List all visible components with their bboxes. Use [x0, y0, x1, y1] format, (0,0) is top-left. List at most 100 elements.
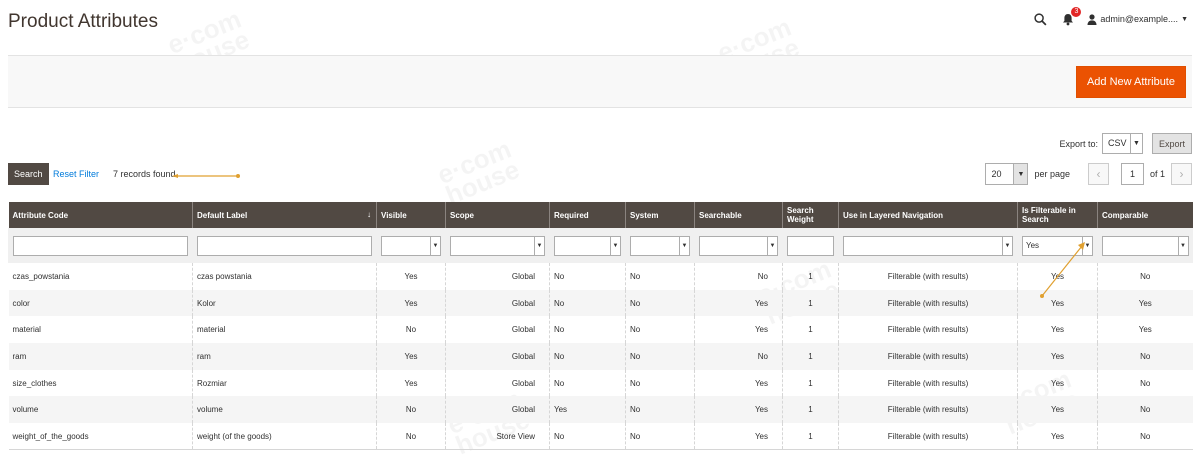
cell-required: No	[549, 316, 626, 344]
cell-search-weight: 1	[782, 396, 839, 424]
notifications-bell-icon[interactable]: 3	[1059, 7, 1082, 28]
page-size-value: 20	[991, 169, 1002, 179]
table-row[interactable]: volume volume No Global Yes No Yes 1 Filterable …	[8, 396, 1193, 424]
system-filter-select[interactable]: ▼	[630, 235, 690, 256]
cell-searchable: No	[694, 263, 783, 290]
cell-required: No	[549, 263, 626, 290]
scope-filter-select[interactable]: ▼	[450, 235, 545, 256]
cell-layered-navigation: Filterable (with results)	[838, 289, 1018, 317]
table-row[interactable]: weight_of_the_goods weight (of the goods)…	[8, 423, 1193, 451]
comparable-filter-select[interactable]: ▼	[1102, 235, 1189, 256]
notification-count-badge: 3	[1071, 7, 1082, 17]
chevron-down-icon: ▼	[1181, 15, 1188, 23]
next-page-button[interactable]: ›	[1171, 163, 1192, 185]
default-label-filter-input[interactable]	[197, 235, 372, 256]
column-header-searchable[interactable]: Searchable	[694, 202, 783, 228]
filterable-in-search-filter-select[interactable]: Yes ▼	[1022, 235, 1093, 256]
column-header-search-weight[interactable]: Search Weight	[782, 202, 839, 228]
cell-layered-navigation: Filterable (with results)	[838, 316, 1018, 344]
export-format-select[interactable]: CSV ▼	[1101, 133, 1143, 154]
chevron-down-icon: ▼	[534, 236, 544, 255]
grid-filter-row: ▼ ▼ ▼ ▼ ▼ ▼ Yes ▼ ▼	[8, 228, 1193, 263]
cell-visible: Yes	[376, 263, 446, 290]
cell-filterable-in-search: Yes	[1017, 263, 1098, 290]
table-row[interactable]: size_clothes Rozmiar Yes Global No No Yes 1 Filt…	[9, 369, 1193, 397]
cell-scope: Global	[445, 396, 550, 424]
table-row[interactable]: color Kolor Yes Global No No Yes 1 Filterable (w…	[8, 289, 1193, 317]
search-weight-filter-input[interactable]	[787, 235, 834, 256]
cell-system: No	[625, 316, 695, 344]
table-row[interactable]: czas_powstania czas powstania Yes Global No N…	[9, 263, 1193, 290]
column-header-system[interactable]: System	[625, 202, 695, 228]
cell-system: No	[625, 343, 695, 370]
cell-attribute-code: material	[12, 325, 41, 335]
reset-filter-link[interactable]: Reset Filter	[53, 169, 99, 179]
table-row[interactable]: ram ram Yes Global No No No 1 Filterable (with r…	[8, 343, 1193, 370]
cell-comparable: No	[1097, 423, 1193, 451]
export-button[interactable]: Export	[1151, 133, 1192, 154]
cell-default-label: volume	[192, 396, 377, 424]
cell-default-label: weight (of the goods)	[192, 423, 377, 451]
user-menu[interactable]: admin@example.... ▼	[1087, 13, 1188, 25]
cell-comparable: No	[1097, 396, 1193, 424]
column-header-filterable-in-search[interactable]: Is Filterable in Search	[1017, 202, 1098, 228]
cell-required: No	[549, 423, 626, 451]
column-header-comparable[interactable]: Comparable	[1097, 202, 1193, 228]
previous-page-button[interactable]: ‹	[1087, 163, 1109, 185]
search-icon[interactable]	[1031, 10, 1049, 28]
export-controls: Export to: CSV ▼ Export	[1059, 133, 1192, 154]
cell-attribute-code: size_clothes	[12, 378, 57, 388]
cell-search-weight: 1	[782, 289, 839, 317]
attributes-grid: Attribute Code Default Label ↓ Visible Sc…	[8, 202, 1193, 451]
cell-searchable: No	[694, 343, 783, 370]
visible-filter-select[interactable]: ▼	[381, 235, 441, 256]
cell-comparable: Yes	[1097, 289, 1193, 317]
cell-visible: No	[376, 396, 446, 424]
cell-searchable: Yes	[694, 423, 783, 451]
cell-system: No	[625, 396, 695, 424]
cell-scope: Global	[445, 289, 550, 317]
cell-default-label: czas powstania	[192, 263, 377, 290]
column-header-scope[interactable]: Scope	[445, 202, 550, 228]
cell-required: No	[549, 343, 626, 370]
cell-system: No	[625, 289, 695, 317]
column-header-default-label[interactable]: Default Label ↓	[192, 202, 377, 228]
cell-system: No	[625, 423, 695, 451]
column-header-visible[interactable]: Visible	[376, 202, 446, 228]
required-filter-select[interactable]: ▼	[554, 235, 621, 256]
cell-required: Yes	[549, 396, 626, 424]
sort-down-icon: ↓	[367, 210, 371, 219]
column-header-attribute-code[interactable]: Attribute Code	[8, 202, 193, 228]
user-name: admin@example....	[1100, 14, 1179, 24]
chevron-down-icon: ▼	[1002, 236, 1012, 255]
cell-default-label: material	[192, 316, 377, 344]
cell-filterable-in-search: Yes	[1017, 343, 1098, 370]
cell-system: No	[625, 369, 695, 397]
cell-visible: Yes	[376, 343, 446, 370]
column-header-required[interactable]: Required	[549, 202, 626, 228]
cell-search-weight: 1	[782, 369, 839, 397]
cell-filterable-in-search: Yes	[1017, 316, 1098, 344]
column-header-layered-navigation[interactable]: Use in Layered Navigation	[838, 202, 1018, 228]
current-page-input[interactable]: 1	[1120, 163, 1144, 185]
records-found: 7 records found	[113, 169, 176, 179]
cell-filterable-in-search: Yes	[1017, 369, 1098, 397]
cell-visible: No	[376, 316, 446, 344]
cell-scope: Global	[445, 369, 550, 397]
cell-search-weight: 1	[782, 263, 839, 290]
add-new-attribute-button[interactable]: Add New Attribute	[1075, 66, 1186, 98]
chevron-down-icon: ▼	[767, 236, 777, 255]
table-row[interactable]: material material No Global No No Yes 1 Filterab…	[9, 316, 1193, 344]
column-header-label: Default Label	[197, 210, 248, 220]
searchable-filter-select[interactable]: ▼	[699, 235, 778, 256]
cell-layered-navigation: Filterable (with results)	[838, 369, 1018, 397]
cell-scope: Store View	[445, 423, 550, 451]
cell-comparable: No	[1097, 369, 1193, 397]
layered-navigation-filter-select[interactable]: ▼	[843, 235, 1013, 256]
attribute-code-filter-input[interactable]	[13, 235, 188, 256]
user-icon	[1087, 13, 1097, 25]
cell-search-weight: 1	[782, 343, 839, 370]
annotation-arrow-icon	[172, 174, 240, 178]
search-button[interactable]: Search	[8, 163, 49, 185]
page-size-select[interactable]: 20 ▼	[985, 163, 1029, 185]
